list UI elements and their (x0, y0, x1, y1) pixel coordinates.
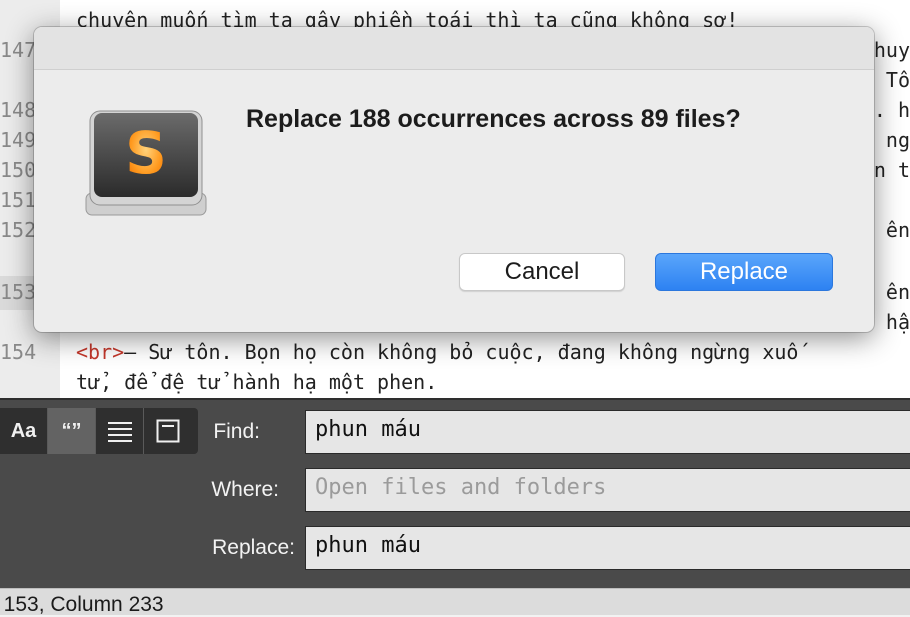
code-line-fragment: n t (873, 158, 910, 182)
replace-confirm-dialog: S Replace 188 occurrences across 89 file… (34, 27, 874, 332)
case-sensitive-toggle[interactable]: Aa (0, 408, 48, 454)
cancel-button[interactable]: Cancel (459, 253, 625, 291)
where-label: Where: (211, 478, 279, 501)
find-in-files-panel: Aa “” Find: phun máu Where: Open files a… (0, 398, 910, 590)
sublime-logo-letter: S (125, 119, 167, 187)
line-number: 150 (0, 158, 37, 182)
code-line-fragment: ng (885, 128, 910, 152)
line-number: 147 (0, 38, 37, 62)
dialog-message: Replace 188 occurrences across 89 files? (246, 105, 741, 133)
line-number: 149 (0, 128, 37, 152)
code-line-fragment: huy (873, 38, 910, 62)
whole-word-label: “” (61, 419, 82, 442)
dialog-top-strip (34, 27, 874, 70)
code-line-fragment: ên (885, 218, 910, 242)
lines-icon[interactable] (96, 408, 144, 454)
code-line-fragment: hậ (885, 310, 910, 334)
line-number: 148 (0, 98, 37, 122)
find-input[interactable]: phun máu (305, 410, 910, 454)
replace-input[interactable]: phun máu (305, 526, 910, 570)
code-line-fragment: Tố (885, 68, 910, 92)
where-input[interactable]: Open files and folders (305, 468, 910, 512)
line-number: 154 (0, 340, 37, 364)
br-tag: <br> (76, 340, 125, 364)
whole-word-toggle[interactable]: “” (48, 408, 96, 454)
sublime-text-icon: S (82, 107, 210, 223)
find-label: Find: (213, 420, 260, 443)
line-number: 153 (0, 280, 37, 304)
replace-button[interactable]: Replace (655, 253, 833, 291)
code-line-text: – Sư tôn. Bọn họ còn không bỏ cuộc, đang… (124, 340, 799, 364)
replace-label: Replace: (212, 536, 295, 559)
cursor-position: , 153, Column 233 (0, 593, 164, 616)
line-number: 152 (0, 218, 37, 242)
line-number: 151 (0, 188, 37, 212)
code-line: tử, để đệ tử hành hạ một phen. (76, 370, 438, 394)
code-line-fragment: . h (873, 98, 910, 122)
status-bar: , 153, Column 233 (0, 588, 910, 616)
code-line-fragment: ên (885, 280, 910, 304)
case-sensitive-label: Aa (10, 419, 37, 442)
code-line: <br>– Sư tôn. Bọn họ còn không bỏ cuộc, … (76, 340, 798, 364)
